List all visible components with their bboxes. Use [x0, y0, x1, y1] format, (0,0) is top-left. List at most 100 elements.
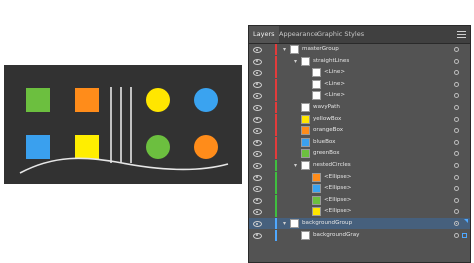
visibility-eye-icon[interactable] [253, 116, 262, 123]
target-circle-icon[interactable] [454, 81, 459, 87]
layer-name[interactable]: <Ellipse> [324, 195, 351, 206]
layer-row[interactable]: <Line> [249, 78, 470, 90]
visibility-eye-icon[interactable] [253, 174, 262, 181]
layer-name[interactable]: greenBox [313, 148, 340, 159]
lock-toggle[interactable] [265, 148, 273, 159]
green-ellipse[interactable] [146, 135, 170, 159]
target-circle-icon[interactable] [454, 209, 459, 215]
target-circle-icon[interactable] [454, 197, 459, 203]
visibility-eye-icon[interactable] [253, 209, 262, 216]
expand-chevron-icon[interactable]: ▾ [281, 46, 288, 53]
lock-toggle[interactable] [265, 102, 273, 113]
selection-indicator-icon[interactable] [464, 219, 468, 223]
visibility-eye-icon[interactable] [253, 70, 262, 77]
blue-ellipse[interactable] [194, 88, 218, 112]
visibility-eye-icon[interactable] [253, 81, 262, 88]
layer-row[interactable]: greenBox [249, 148, 470, 160]
expand-chevron-icon[interactable]: ▾ [292, 162, 299, 169]
target-circle-icon[interactable] [454, 186, 459, 192]
target-circle-icon[interactable] [454, 47, 459, 52]
layer-row[interactable]: ▾ straightLines [249, 55, 470, 67]
layer-row[interactable]: yellowBox [249, 113, 470, 125]
lock-toggle[interactable] [265, 172, 273, 183]
visibility-eye-icon[interactable] [253, 151, 262, 158]
layer-row[interactable]: <Ellipse> [249, 171, 470, 183]
target-circle-icon[interactable] [454, 93, 459, 99]
layer-name[interactable]: backgroundGray [313, 230, 359, 241]
orange-ellipse[interactable] [194, 135, 218, 159]
target-circle-icon[interactable] [454, 139, 459, 145]
layer-name[interactable]: <Ellipse> [324, 206, 351, 217]
expand-chevron-icon[interactable]: ▾ [281, 220, 288, 227]
layer-name[interactable]: masterGroup [302, 44, 339, 55]
selection-indicator-icon[interactable] [462, 232, 467, 238]
layer-row[interactable]: orangeBox [249, 125, 470, 137]
layer-row[interactable]: <Ellipse> [249, 194, 470, 206]
layer-name[interactable]: <Ellipse> [324, 183, 351, 194]
layer-row[interactable]: wavyPath [249, 102, 470, 113]
lock-toggle[interactable] [265, 90, 273, 101]
visibility-eye-icon[interactable] [253, 47, 262, 53]
target-circle-icon[interactable] [454, 163, 459, 168]
target-circle-icon[interactable] [454, 128, 459, 134]
layer-row[interactable]: blueBox [249, 136, 470, 148]
layer-row[interactable]: <Ellipse> [249, 206, 470, 218]
layer-name[interactable]: <Line> [324, 79, 345, 90]
target-circle-icon[interactable] [454, 116, 459, 122]
target-circle-icon[interactable] [454, 58, 459, 64]
layer-name[interactable]: straightLines [313, 56, 349, 67]
visibility-eye-icon[interactable] [253, 105, 262, 111]
visibility-eye-icon[interactable] [253, 186, 262, 193]
wavy-path[interactable] [19, 157, 229, 174]
layer-name[interactable]: blueBox [313, 137, 336, 148]
layer-row[interactable]: ▾ masterGroup [249, 44, 470, 55]
visibility-eye-icon[interactable] [253, 128, 262, 135]
target-circle-icon[interactable] [454, 232, 459, 238]
lock-toggle[interactable] [265, 195, 273, 206]
lock-toggle[interactable] [265, 160, 273, 171]
visibility-eye-icon[interactable] [253, 139, 262, 146]
layer-row[interactable]: backgroundGray [249, 229, 470, 241]
lock-toggle[interactable] [265, 125, 273, 136]
layer-name[interactable]: wavyPath [313, 102, 340, 113]
target-circle-icon[interactable] [454, 174, 459, 180]
lock-toggle[interactable] [265, 183, 273, 194]
visibility-eye-icon[interactable] [253, 163, 262, 169]
visibility-eye-icon[interactable] [253, 221, 262, 227]
layer-name[interactable]: <Ellipse> [324, 172, 351, 183]
layer-row[interactable]: <Ellipse> [249, 183, 470, 195]
visibility-eye-icon[interactable] [253, 93, 262, 100]
hamburger-menu-icon[interactable] [457, 29, 466, 38]
layer-row[interactable]: ▾ nestedCircles [249, 160, 470, 171]
yellow-box[interactable] [75, 135, 99, 159]
layer-name[interactable]: backgroundGroup [302, 218, 352, 229]
lock-toggle[interactable] [265, 218, 273, 229]
target-circle-icon[interactable] [454, 105, 459, 110]
layer-name[interactable]: nestedCircles [313, 160, 351, 171]
lock-toggle[interactable] [265, 44, 273, 55]
layer-row[interactable]: ▾ backgroundGroup [249, 218, 470, 229]
layer-name[interactable]: yellowBox [313, 114, 341, 125]
lock-toggle[interactable] [265, 230, 273, 241]
lock-toggle[interactable] [265, 67, 273, 78]
visibility-eye-icon[interactable] [253, 58, 262, 65]
lock-toggle[interactable] [265, 137, 273, 148]
blue-box[interactable] [26, 135, 50, 159]
lock-toggle[interactable] [265, 206, 273, 217]
artboard-canvas[interactable] [4, 65, 242, 184]
yellow-ellipse[interactable] [146, 88, 170, 112]
layer-name[interactable]: orangeBox [313, 125, 343, 136]
green-box[interactable] [26, 88, 50, 112]
visibility-eye-icon[interactable] [253, 197, 262, 204]
expand-chevron-icon[interactable]: ▾ [292, 58, 299, 65]
layer-name[interactable]: <Line> [324, 90, 345, 101]
target-circle-icon[interactable] [454, 151, 459, 157]
layer-name[interactable]: <Line> [324, 67, 345, 78]
layer-row[interactable]: <Line> [249, 67, 470, 79]
lock-toggle[interactable] [265, 114, 273, 125]
lock-toggle[interactable] [265, 56, 273, 67]
orange-box[interactable] [75, 88, 99, 112]
tab-graphic-styles[interactable]: Graphic Styles [313, 26, 368, 43]
target-circle-icon[interactable] [454, 221, 459, 226]
target-circle-icon[interactable] [454, 70, 459, 76]
